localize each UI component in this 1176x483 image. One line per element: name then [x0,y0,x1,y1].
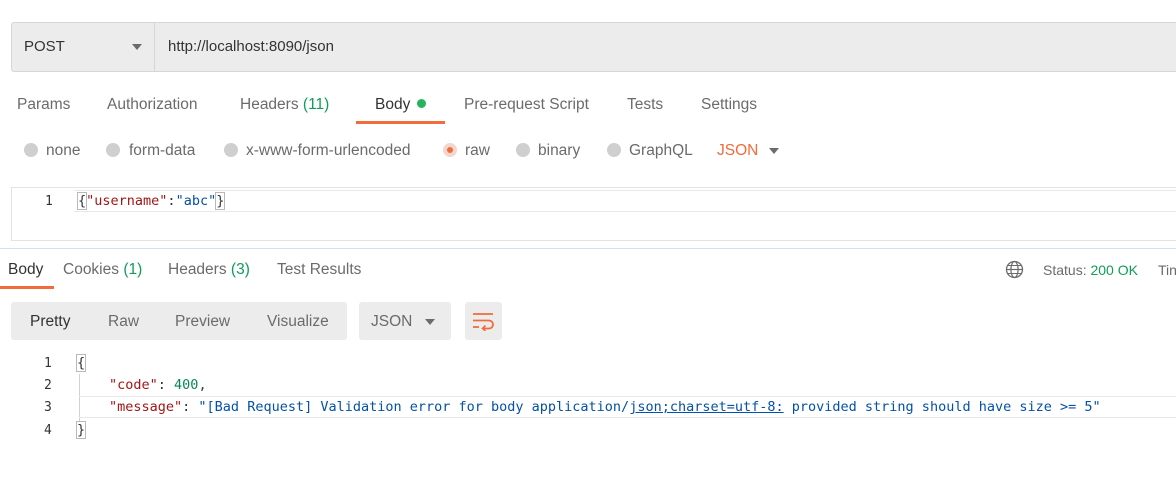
json-colon: : [167,193,176,209]
radio-graphql[interactable] [607,143,621,157]
radio-binary-label: binary [538,142,581,159]
response-tab-headers[interactable]: Headers (3) [168,261,250,279]
json-key: "code" [109,377,158,393]
line-number: 2 [44,378,52,393]
view-preview-button[interactable]: Preview [175,313,230,331]
radio-none-label: none [46,142,81,159]
response-time-label: Tin [1158,262,1176,278]
status-value: 200 OK [1090,262,1138,278]
tab-body[interactable]: Body [375,96,427,114]
globe-icon[interactable] [1005,260,1024,279]
response-format-select[interactable]: JSON [359,302,451,340]
request-body-editor[interactable]: 1 {"username":"abc"} [11,187,1176,241]
wrap-lines-icon [473,313,494,331]
radio-form-data[interactable] [106,143,120,157]
json-number: 400 [174,377,199,393]
code-line: "code": 400, [109,377,207,393]
radio-none[interactable] [24,143,38,157]
response-tab-body[interactable]: Body [8,261,43,279]
method-select[interactable]: POST [12,23,155,71]
response-divider[interactable] [0,248,1176,249]
response-body-viewer[interactable]: 1 2 3 4 { "code": 400, "message": "[Bad … [0,350,1176,450]
view-visualize-button[interactable]: Visualize [267,313,329,331]
line-number: 1 [44,356,52,371]
line-number: 4 [44,423,52,438]
chevron-down-icon [425,319,435,325]
close-brace: } [75,421,87,439]
open-brace: { [75,354,87,372]
request-body-code: {"username":"abc"} [76,192,226,210]
view-mode-group: Pretty Raw Preview Visualize [11,302,347,340]
response-tab-headers-count: (3) [230,261,250,278]
response-tab-underline [0,286,54,289]
chevron-down-icon [132,44,142,50]
response-tab-test-results[interactable]: Test Results [277,261,361,279]
view-raw-button[interactable]: Raw [108,313,139,331]
tab-body-label: Body [375,96,411,113]
body-format-select[interactable]: JSON [717,142,758,160]
tab-tests[interactable]: Tests [627,96,663,114]
message-link[interactable]: json;charset=utf-8: [629,399,783,415]
status-label: Status: [1043,262,1087,278]
tab-headers[interactable]: Headers (11) [240,96,329,114]
radio-urlencoded[interactable] [224,143,238,157]
radio-raw[interactable] [443,143,457,157]
response-tab-headers-label: Headers [168,261,227,278]
open-brace: { [76,192,88,210]
json-key: "message" [109,399,183,415]
response-tab-cookies-label: Cookies [63,261,119,278]
line-number: 3 [44,400,52,415]
response-format-label: JSON [371,313,413,330]
url-input[interactable]: http://localhost:8090/json [168,38,334,55]
json-value: "abc" [175,193,217,209]
radio-form-data-label: form-data [129,142,196,159]
url-bar: POST http://localhost:8090/json [11,22,1176,72]
response-status: Status: 200 OK [1043,262,1138,278]
tab-headers-count: (11) [302,96,330,113]
tab-pre-request-script[interactable]: Pre-request Script [464,96,589,114]
radio-binary[interactable] [516,143,530,157]
tab-headers-label: Headers [240,96,299,113]
current-line-highlight [74,190,1176,212]
wrap-lines-button[interactable] [465,302,502,340]
tab-settings[interactable]: Settings [701,96,757,114]
chevron-down-icon[interactable] [769,148,779,154]
radio-raw-label: raw [465,142,490,159]
close-brace: } [215,192,226,210]
active-tab-underline [356,121,445,124]
response-tab-cookies[interactable]: Cookies (1) [63,261,142,279]
response-tab-cookies-count: (1) [123,261,143,278]
tab-authorization[interactable]: Authorization [107,96,197,114]
message-text: "[Bad Request] Validation error for body… [198,399,630,415]
message-text-end: provided string should have size >= 5" [783,399,1101,415]
json-key: "username" [86,193,168,209]
message-line: "message": "[Bad Request] Validation err… [109,399,1101,415]
body-indicator-dot [417,99,427,108]
method-label: POST [24,38,65,55]
view-pretty-button[interactable]: Pretty [30,313,70,331]
radio-graphql-label: GraphQL [629,142,693,159]
radio-urlencoded-label: x-www-form-urlencoded [246,142,411,159]
line-number: 1 [45,194,53,209]
tab-params[interactable]: Params [17,96,70,114]
